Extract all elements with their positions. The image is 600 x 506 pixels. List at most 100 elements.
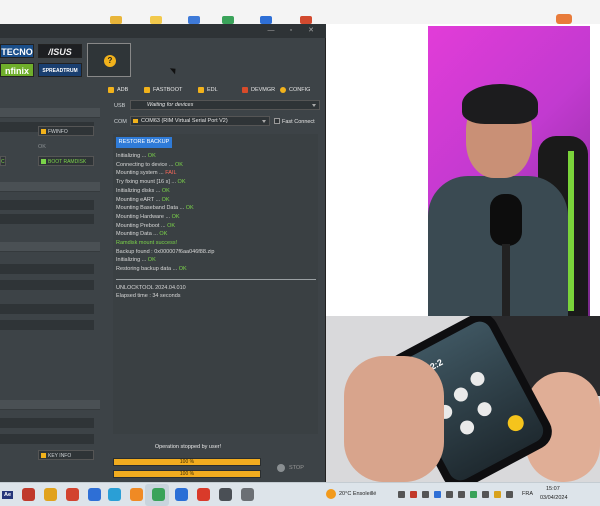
taskbar-app-icon[interactable]	[44, 488, 57, 501]
log-line: Restoring backup data ... OK	[116, 266, 187, 272]
mode-label: EDL	[207, 87, 218, 93]
tray-icon[interactable]	[482, 491, 489, 498]
tray-icon[interactable]	[458, 491, 465, 498]
left-options-panel: FWINFO OK C BOOT RAMDISK	[0, 104, 100, 330]
taskbar-app-icon[interactable]	[175, 488, 188, 501]
restore-backup-button[interactable]: RESTORE BACKUP	[116, 137, 172, 148]
log-text: Mounting Baseband Data ...	[116, 205, 186, 212]
folder-icon[interactable]	[150, 16, 162, 24]
mode-config-button[interactable]: CONFIG	[280, 84, 310, 96]
windows-taskbar: Ae 20°C Ensoleillé FRA 15:07 03/04/2024	[0, 482, 600, 506]
desktop-top-bar	[0, 0, 600, 24]
log-line: Initializing ... OK	[116, 153, 156, 159]
stop-button[interactable]: STOP	[275, 461, 315, 475]
log-line: Mounting Data ... OK	[116, 231, 167, 237]
webcam-phone-closeup: 22:2	[326, 316, 600, 482]
progress-bar-1: 100 %	[113, 458, 261, 466]
tray-icon[interactable]	[446, 491, 453, 498]
stop-icon	[277, 464, 285, 472]
fast-connect-checkbox[interactable]	[274, 118, 280, 124]
log-line: Mounting Hardware ... OK	[116, 214, 180, 220]
taskbar-app-icon[interactable]	[108, 488, 121, 501]
top-icon-strip	[110, 16, 340, 24]
taskbar-app-icon[interactable]	[22, 488, 35, 501]
maximize-icon[interactable]: ▫	[284, 26, 298, 36]
log-text: Backup found : 0x000007f6aa046f88.zip	[116, 248, 215, 255]
app-icon[interactable]	[188, 16, 200, 24]
taskbar-app-icon[interactable]	[219, 488, 232, 501]
taskbar-app-icon[interactable]	[130, 488, 143, 501]
log-text: Mounting eART ...	[116, 196, 162, 203]
left-green-button[interactable]: C	[0, 156, 6, 166]
folder-icon[interactable]	[110, 16, 122, 24]
app-icon[interactable]	[260, 16, 272, 24]
tray-icon[interactable]	[398, 491, 405, 498]
tray-icon[interactable]	[422, 491, 429, 498]
edl-icon	[198, 87, 204, 93]
stop-label: STOP	[289, 465, 304, 471]
key-info-button[interactable]: KEY INFO	[38, 450, 94, 460]
language-indicator[interactable]: FRA	[522, 491, 533, 497]
log-status: OK	[175, 161, 183, 168]
mode-adb-button[interactable]: ADB	[108, 84, 128, 96]
brand-tab-tecno[interactable]: TECNO	[0, 44, 34, 58]
options-field[interactable]	[0, 304, 94, 314]
tray-icon[interactable]	[410, 491, 417, 498]
webcam-presenter	[428, 26, 590, 316]
tray-icon[interactable]	[434, 491, 441, 498]
usb-select[interactable]: Waiting for devices	[130, 100, 320, 110]
options-field[interactable]	[0, 264, 94, 274]
log-line: Mounting eART ... OK	[116, 197, 170, 203]
mode-edl-button[interactable]: EDL	[198, 84, 218, 96]
app-icon[interactable]	[222, 16, 234, 24]
options-field[interactable]	[0, 434, 94, 444]
boot-ramdisk-button[interactable]: BOOT RAMDISK	[38, 156, 94, 166]
log-line: Mounting system ... FAIL	[116, 170, 177, 176]
brand-tab-spreadtrum[interactable]: SPREADTRUM	[38, 63, 82, 77]
mode-fastboot-button[interactable]: FASTBOOT	[144, 84, 182, 96]
taskbar-app-icon[interactable]	[197, 488, 210, 501]
fwinfo-button[interactable]: FWINFO	[38, 126, 94, 136]
volume-icon[interactable]	[506, 491, 513, 498]
mode-devmgr-button[interactable]: DEVMGR	[242, 84, 275, 96]
flashlight-icon	[504, 412, 527, 434]
mode-label: CONFIG	[289, 87, 311, 93]
ok-label: OK	[38, 144, 46, 150]
taskbar-app-icon[interactable]	[241, 488, 254, 501]
brand-tab-infinix[interactable]: nfinix	[0, 63, 34, 77]
wifi-icon[interactable]	[494, 491, 501, 498]
brand-tab-asus[interactable]: /ISUS	[38, 44, 82, 58]
minimize-icon[interactable]: —	[264, 26, 278, 36]
log-line: Mounting Baseband Data ... OK	[116, 205, 194, 211]
port-icon	[133, 119, 138, 123]
com-select[interactable]: COM63 (RIM Virtual Serial Port V2)	[130, 116, 270, 126]
clock-date[interactable]: 03/04/2024	[540, 495, 568, 501]
options-field[interactable]	[0, 214, 94, 224]
tray-icon[interactable]	[470, 491, 477, 498]
log-line: Ramdisk mount success!	[116, 240, 177, 246]
progress-label-2: 100 %	[179, 471, 195, 477]
search-icon[interactable]: Ae	[2, 491, 14, 499]
window-titlebar: — ▫ ✕	[0, 24, 326, 38]
taskbar-app-icon[interactable]	[66, 488, 79, 501]
log-line: Initializing ... OK	[116, 257, 156, 263]
lock-icon	[41, 129, 46, 134]
log-text: Try fixing mount [16 s] ...	[116, 179, 178, 186]
help-button[interactable]: ?	[87, 43, 131, 77]
options-field[interactable]	[0, 418, 94, 428]
taskbar-app-icon[interactable]	[88, 488, 101, 501]
options-field[interactable]	[0, 200, 94, 210]
options-field[interactable]	[0, 280, 94, 290]
notification-icon[interactable]	[556, 14, 572, 24]
mode-toolbar: ADB FASTBOOT EDL DEVMGR CONFIG	[108, 84, 324, 96]
log-status: OK	[159, 231, 168, 238]
clock-time[interactable]: 15:07	[546, 486, 560, 492]
options-field[interactable]	[0, 320, 94, 330]
log-text: Mounting Data ...	[116, 231, 160, 238]
log-line: Try fixing mount [16 s] ... OK	[116, 179, 186, 185]
taskbar-app-icon[interactable]	[152, 488, 165, 501]
chevron-down-icon	[262, 120, 266, 123]
close-icon[interactable]: ✕	[304, 26, 318, 36]
elapsed-time: Elapsed time : 34 seconds	[116, 293, 181, 299]
app-icon[interactable]	[300, 16, 312, 24]
